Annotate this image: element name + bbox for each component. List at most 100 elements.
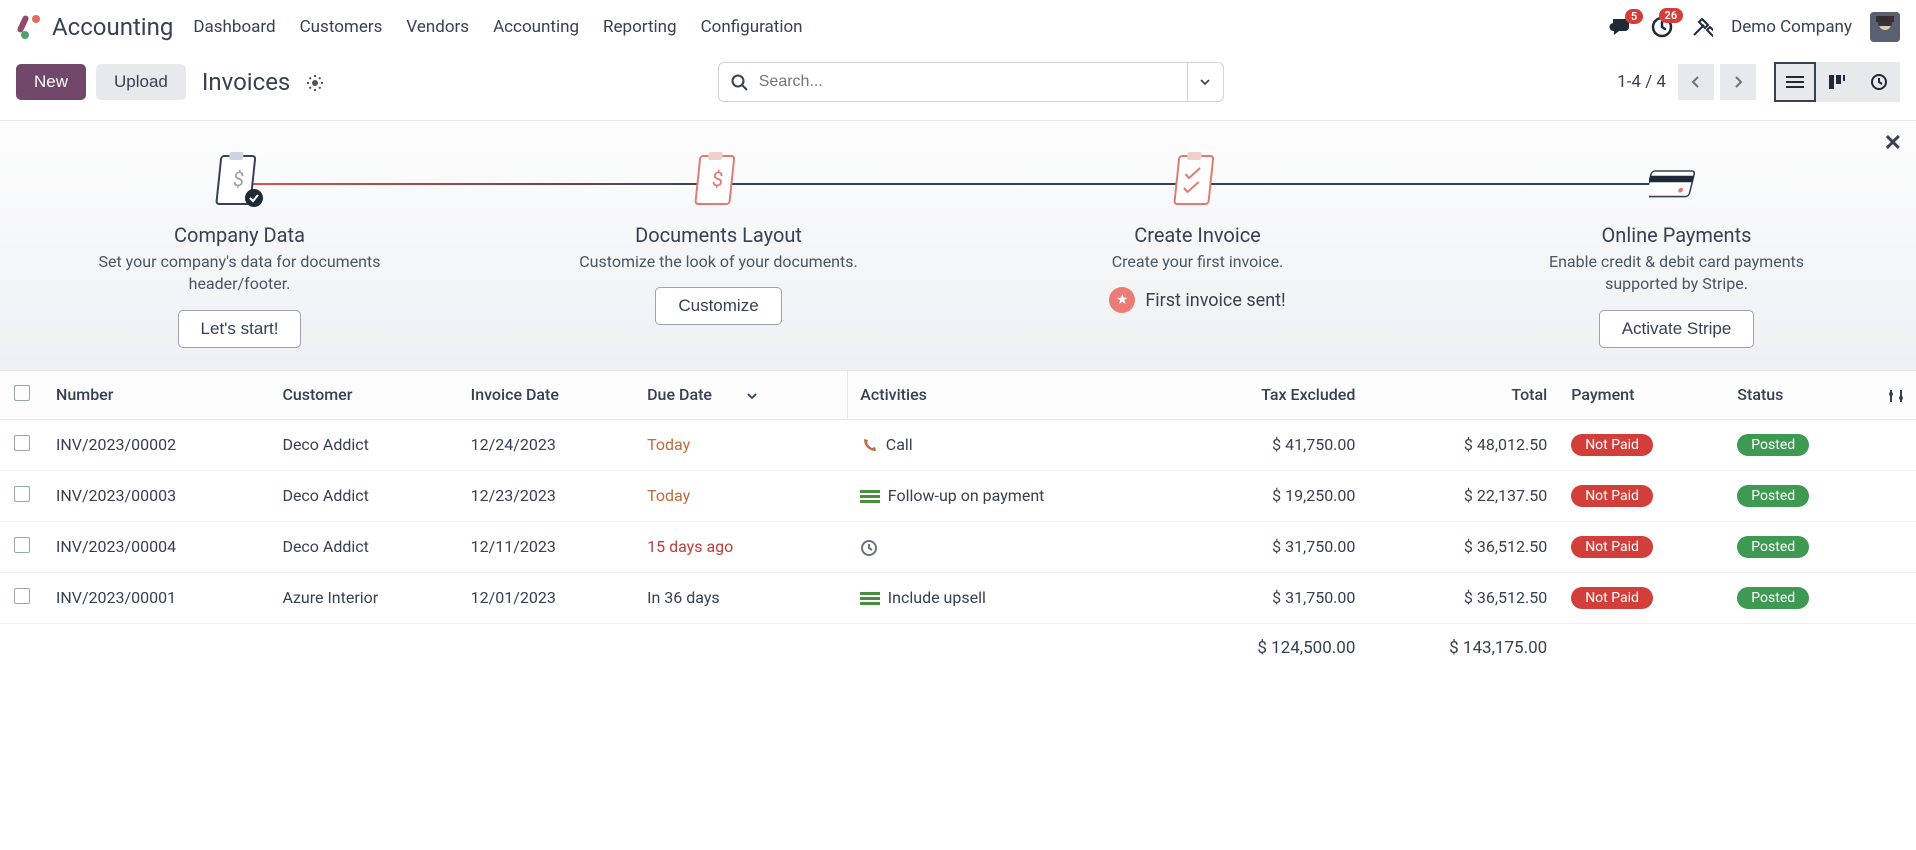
cell-status: Posted bbox=[1725, 419, 1876, 470]
pager-next-button[interactable] bbox=[1720, 64, 1756, 100]
search-icon bbox=[731, 72, 749, 91]
cell-customer: Deco Addict bbox=[270, 470, 458, 521]
col-customer[interactable]: Customer bbox=[270, 371, 458, 420]
col-invoice-date[interactable]: Invoice Date bbox=[459, 371, 635, 420]
new-button[interactable]: New bbox=[16, 64, 86, 100]
col-tax-excluded[interactable]: Tax Excluded bbox=[1176, 371, 1368, 420]
table-row[interactable]: INV/2023/00003Deco Addict12/23/2023Today… bbox=[0, 470, 1916, 521]
avatar[interactable] bbox=[1870, 12, 1900, 42]
cell-tax-excluded: $ 31,750.00 bbox=[1176, 521, 1368, 572]
activate-stripe-button[interactable]: Activate Stripe bbox=[1599, 310, 1755, 348]
star-icon: ★ bbox=[1109, 287, 1135, 313]
view-activity-button[interactable] bbox=[1858, 62, 1900, 102]
app-logo-icon[interactable] bbox=[16, 13, 44, 41]
cell-total: $ 22,137.50 bbox=[1367, 470, 1559, 521]
cell-tax-excluded: $ 19,250.00 bbox=[1176, 470, 1368, 521]
task-icon bbox=[860, 588, 880, 607]
cell-invoice-date: 12/23/2023 bbox=[459, 470, 635, 521]
tools-icon[interactable] bbox=[1691, 16, 1713, 38]
chevron-down-icon bbox=[746, 385, 758, 404]
cell-customer: Azure Interior bbox=[270, 572, 458, 623]
control-bar: New Upload Invoices 1-4 / 4 bbox=[0, 54, 1916, 120]
cell-due-date: Today bbox=[635, 470, 848, 521]
cell-total: $ 36,512.50 bbox=[1367, 572, 1559, 623]
cell-payment: Not Paid bbox=[1559, 521, 1725, 572]
row-checkbox[interactable] bbox=[0, 572, 44, 623]
nav-reporting[interactable]: Reporting bbox=[603, 17, 677, 37]
onboarding-banner: ✕ $ Company Data Set your company's data… bbox=[0, 120, 1916, 371]
upload-button[interactable]: Upload bbox=[96, 64, 186, 100]
nav-customers[interactable]: Customers bbox=[300, 17, 383, 37]
step-title: Create Invoice bbox=[1134, 223, 1261, 247]
select-all-checkbox[interactable] bbox=[0, 371, 44, 420]
pager-prev-button[interactable] bbox=[1678, 64, 1714, 100]
column-settings-icon[interactable] bbox=[1876, 371, 1916, 420]
search-input-wrap[interactable] bbox=[718, 62, 1188, 102]
cell-due-date: Today bbox=[635, 419, 848, 470]
col-status[interactable]: Status bbox=[1725, 371, 1876, 420]
row-checkbox[interactable] bbox=[0, 521, 44, 572]
credit-card-icon bbox=[1649, 149, 1705, 217]
cell-activities[interactable]: Include upsell bbox=[848, 572, 1176, 623]
table-row[interactable]: INV/2023/00001Azure Interior12/01/2023In… bbox=[0, 572, 1916, 623]
cell-activities[interactable]: Call bbox=[848, 419, 1176, 470]
col-due-date[interactable]: Due Date bbox=[635, 371, 848, 420]
search-dropdown-toggle[interactable] bbox=[1188, 62, 1224, 102]
cell-invoice-date: 12/01/2023 bbox=[459, 572, 635, 623]
cell-number: INV/2023/00004 bbox=[44, 521, 270, 572]
col-activities[interactable]: Activities bbox=[848, 371, 1176, 420]
company-name[interactable]: Demo Company bbox=[1731, 17, 1852, 37]
page-title: Invoices bbox=[202, 68, 290, 96]
cell-number: INV/2023/00001 bbox=[44, 572, 270, 623]
step-desc: Enable credit & debit card payments supp… bbox=[1527, 251, 1827, 296]
table-row[interactable]: INV/2023/00004Deco Addict12/11/202315 da… bbox=[0, 521, 1916, 572]
cell-due-date: 15 days ago bbox=[635, 521, 848, 572]
nav-dashboard[interactable]: Dashboard bbox=[193, 17, 275, 37]
gear-icon[interactable] bbox=[306, 72, 324, 91]
messages-icon[interactable]: 5 bbox=[1609, 17, 1633, 37]
clipboard-check-icon bbox=[1170, 149, 1226, 217]
nav-configuration[interactable]: Configuration bbox=[701, 17, 803, 37]
cell-payment: Not Paid bbox=[1559, 470, 1725, 521]
cell-activities[interactable]: Follow-up on payment bbox=[848, 470, 1176, 521]
cell-customer: Deco Addict bbox=[270, 419, 458, 470]
cell-invoice-date: 12/11/2023 bbox=[459, 521, 635, 572]
invoices-table: Number Customer Invoice Date Due Date Ac… bbox=[0, 371, 1916, 672]
cell-activities[interactable] bbox=[848, 521, 1176, 572]
step-title: Online Payments bbox=[1602, 223, 1752, 247]
cell-status: Posted bbox=[1725, 572, 1876, 623]
cell-total: $ 36,512.50 bbox=[1367, 521, 1559, 572]
call-icon bbox=[860, 435, 878, 455]
customize-button[interactable]: Customize bbox=[655, 287, 781, 325]
search-input[interactable] bbox=[759, 73, 1175, 91]
row-checkbox[interactable] bbox=[0, 419, 44, 470]
nav-menu: Dashboard Customers Vendors Accounting R… bbox=[193, 17, 802, 37]
total-amount: $ 143,175.00 bbox=[1367, 623, 1559, 672]
app-name[interactable]: Accounting bbox=[52, 13, 173, 41]
nav-accounting[interactable]: Accounting bbox=[493, 17, 579, 37]
onboarding-step-documents-layout: $ Documents Layout Customize the look of… bbox=[479, 149, 958, 348]
clipboard-dollar-icon: $ bbox=[691, 149, 747, 217]
lets-start-button[interactable]: Let's start! bbox=[178, 310, 302, 348]
cell-customer: Deco Addict bbox=[270, 521, 458, 572]
cell-due-date: In 36 days bbox=[635, 572, 848, 623]
view-list-button[interactable] bbox=[1774, 62, 1816, 102]
nav-vendors[interactable]: Vendors bbox=[406, 17, 469, 37]
activities-icon[interactable]: 26 bbox=[1651, 16, 1673, 38]
table-row[interactable]: INV/2023/00002Deco Addict12/24/2023Today… bbox=[0, 419, 1916, 470]
row-checkbox[interactable] bbox=[0, 470, 44, 521]
step-title: Documents Layout bbox=[635, 223, 802, 247]
col-number[interactable]: Number bbox=[44, 371, 270, 420]
messages-badge: 5 bbox=[1625, 9, 1643, 24]
step-desc: Customize the look of your documents. bbox=[579, 251, 857, 273]
cell-payment: Not Paid bbox=[1559, 572, 1725, 623]
col-payment[interactable]: Payment bbox=[1559, 371, 1725, 420]
view-kanban-button[interactable] bbox=[1816, 62, 1858, 102]
pager-text[interactable]: 1-4 / 4 bbox=[1617, 72, 1666, 92]
total-tax-excluded: $ 124,500.00 bbox=[1176, 623, 1368, 672]
col-total[interactable]: Total bbox=[1367, 371, 1559, 420]
step-title: Company Data bbox=[174, 223, 305, 247]
cell-status: Posted bbox=[1725, 521, 1876, 572]
cell-tax-excluded: $ 41,750.00 bbox=[1176, 419, 1368, 470]
task-icon bbox=[860, 486, 880, 505]
